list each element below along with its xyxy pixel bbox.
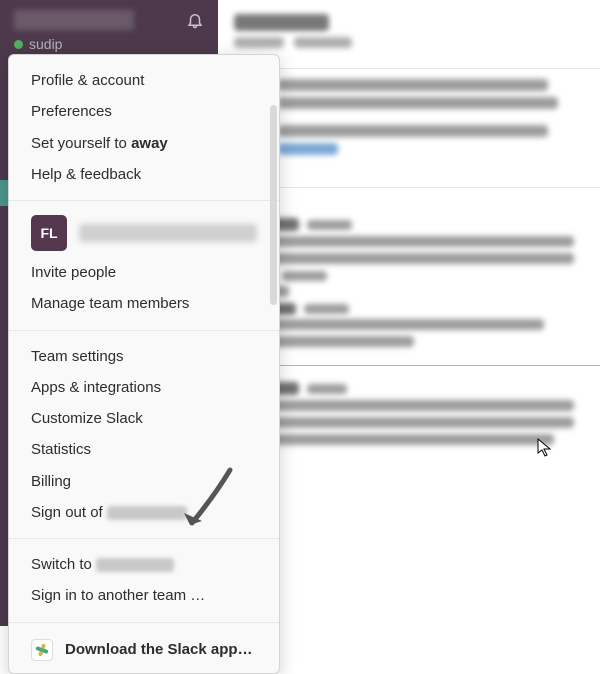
username-label: sudip [29, 36, 62, 52]
menu-item-sign-out[interactable]: Sign out of [9, 497, 279, 528]
slack-logo-icon [31, 639, 53, 661]
menu-item-apps[interactable]: Apps & integrations [9, 372, 279, 403]
menu-separator [9, 200, 279, 201]
bell-icon[interactable] [186, 11, 204, 29]
menu-separator [9, 538, 279, 539]
menu-separator [9, 330, 279, 331]
menu-separator [9, 622, 279, 623]
menu-label: Download the Slack app… [65, 641, 253, 658]
menu-item-manage-members[interactable]: Manage team members [9, 288, 279, 319]
menu-item-invite[interactable]: Invite people [9, 257, 279, 288]
menu-item-help[interactable]: Help & feedback [9, 159, 279, 190]
presence-dot-icon [14, 40, 23, 49]
menu-item-download-app[interactable]: Download the Slack app… [9, 633, 279, 663]
menu-item-customize[interactable]: Customize Slack [9, 403, 279, 434]
redacted-team-name [107, 506, 187, 520]
menu-item-statistics[interactable]: Statistics [9, 434, 279, 465]
team-badge-icon: FL [31, 215, 67, 251]
redacted-team-name [96, 558, 174, 572]
menu-item-preferences[interactable]: Preferences [9, 96, 279, 127]
menu-item-profile[interactable]: Profile & account [9, 65, 279, 96]
menu-label: Sign out of [31, 504, 107, 521]
team-name-label [79, 224, 257, 242]
menu-team-row[interactable]: FL [9, 211, 279, 257]
menu-item-sign-in-another[interactable]: Sign in to another team … [9, 580, 279, 611]
menu-item-billing[interactable]: Billing [9, 466, 279, 497]
team-name[interactable] [14, 10, 134, 30]
menu-label-bold: away [131, 135, 168, 152]
menu-item-switch-team[interactable]: Switch to [9, 549, 279, 580]
menu-label: Set yourself to [31, 135, 131, 152]
sidebar-header [0, 0, 218, 34]
menu-item-set-away[interactable]: Set yourself to away [9, 128, 279, 159]
team-menu: Profile & account Preferences Set yourse… [8, 54, 280, 674]
menu-label: Switch to [31, 556, 96, 573]
scrollbar[interactable] [270, 105, 277, 305]
menu-item-team-settings[interactable]: Team settings [9, 341, 279, 372]
